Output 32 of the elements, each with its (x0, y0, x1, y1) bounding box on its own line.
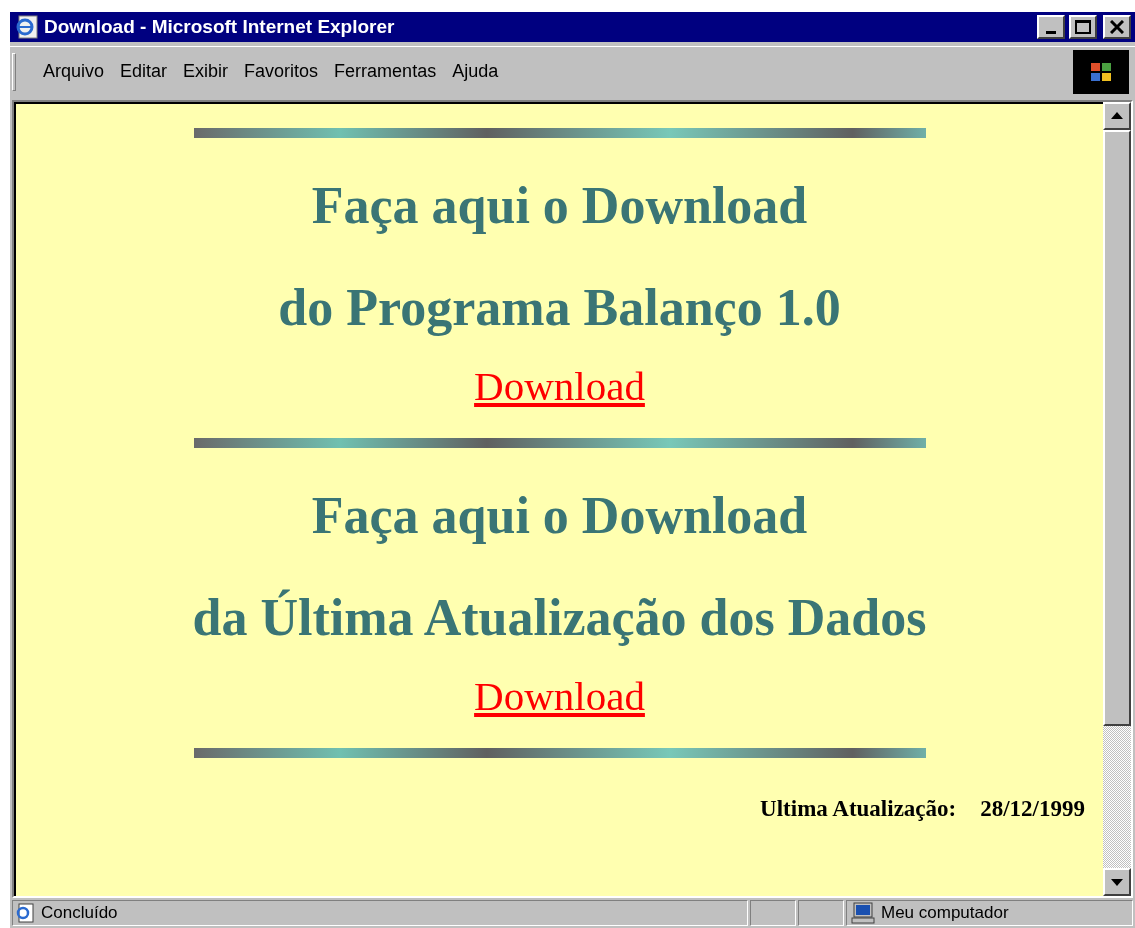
minimize-button[interactable] (1037, 15, 1065, 39)
menu-item[interactable]: Favoritos (237, 58, 326, 85)
status-panel (750, 900, 796, 926)
download-link[interactable]: Download (474, 674, 645, 718)
close-icon (1110, 20, 1124, 34)
menu-item[interactable]: Ajuda (445, 58, 506, 85)
update-label: Ultima Atualização: (760, 795, 957, 823)
status-text: Concluído (41, 902, 118, 925)
window-title: Download - Microsoft Internet Explorer (44, 14, 396, 39)
scroll-thumb[interactable] (1103, 130, 1131, 726)
windows-logo-icon (1089, 60, 1113, 83)
menu-item[interactable]: Editar (113, 58, 175, 85)
down-arrow-icon (1111, 878, 1123, 886)
update-date: 28/12/1999 (980, 795, 1085, 823)
status-panel (798, 900, 844, 926)
heading: da Última Atualização dos Dados (192, 590, 927, 646)
heading: do Programa Balanço 1.0 (278, 280, 841, 336)
menu-item[interactable]: Exibir (176, 58, 236, 85)
up-arrow-icon (1111, 112, 1123, 120)
security-zone-text: Meu computador (881, 902, 1009, 925)
scroll-down-button[interactable] (1103, 868, 1131, 896)
menu-item[interactable]: Ferramentas (327, 58, 444, 85)
scroll-up-button[interactable] (1103, 102, 1131, 130)
heading: Faça aqui o Download (311, 178, 808, 234)
heading: Faça aqui o Download (311, 488, 808, 544)
close-button[interactable] (1103, 15, 1131, 39)
computer-icon (851, 902, 875, 924)
browser-icon (14, 14, 40, 40)
page-icon (15, 903, 35, 923)
maximize-button[interactable] (1069, 15, 1097, 39)
menu-item[interactable]: Arquivo (36, 58, 112, 85)
download-link[interactable]: Download (474, 364, 645, 408)
